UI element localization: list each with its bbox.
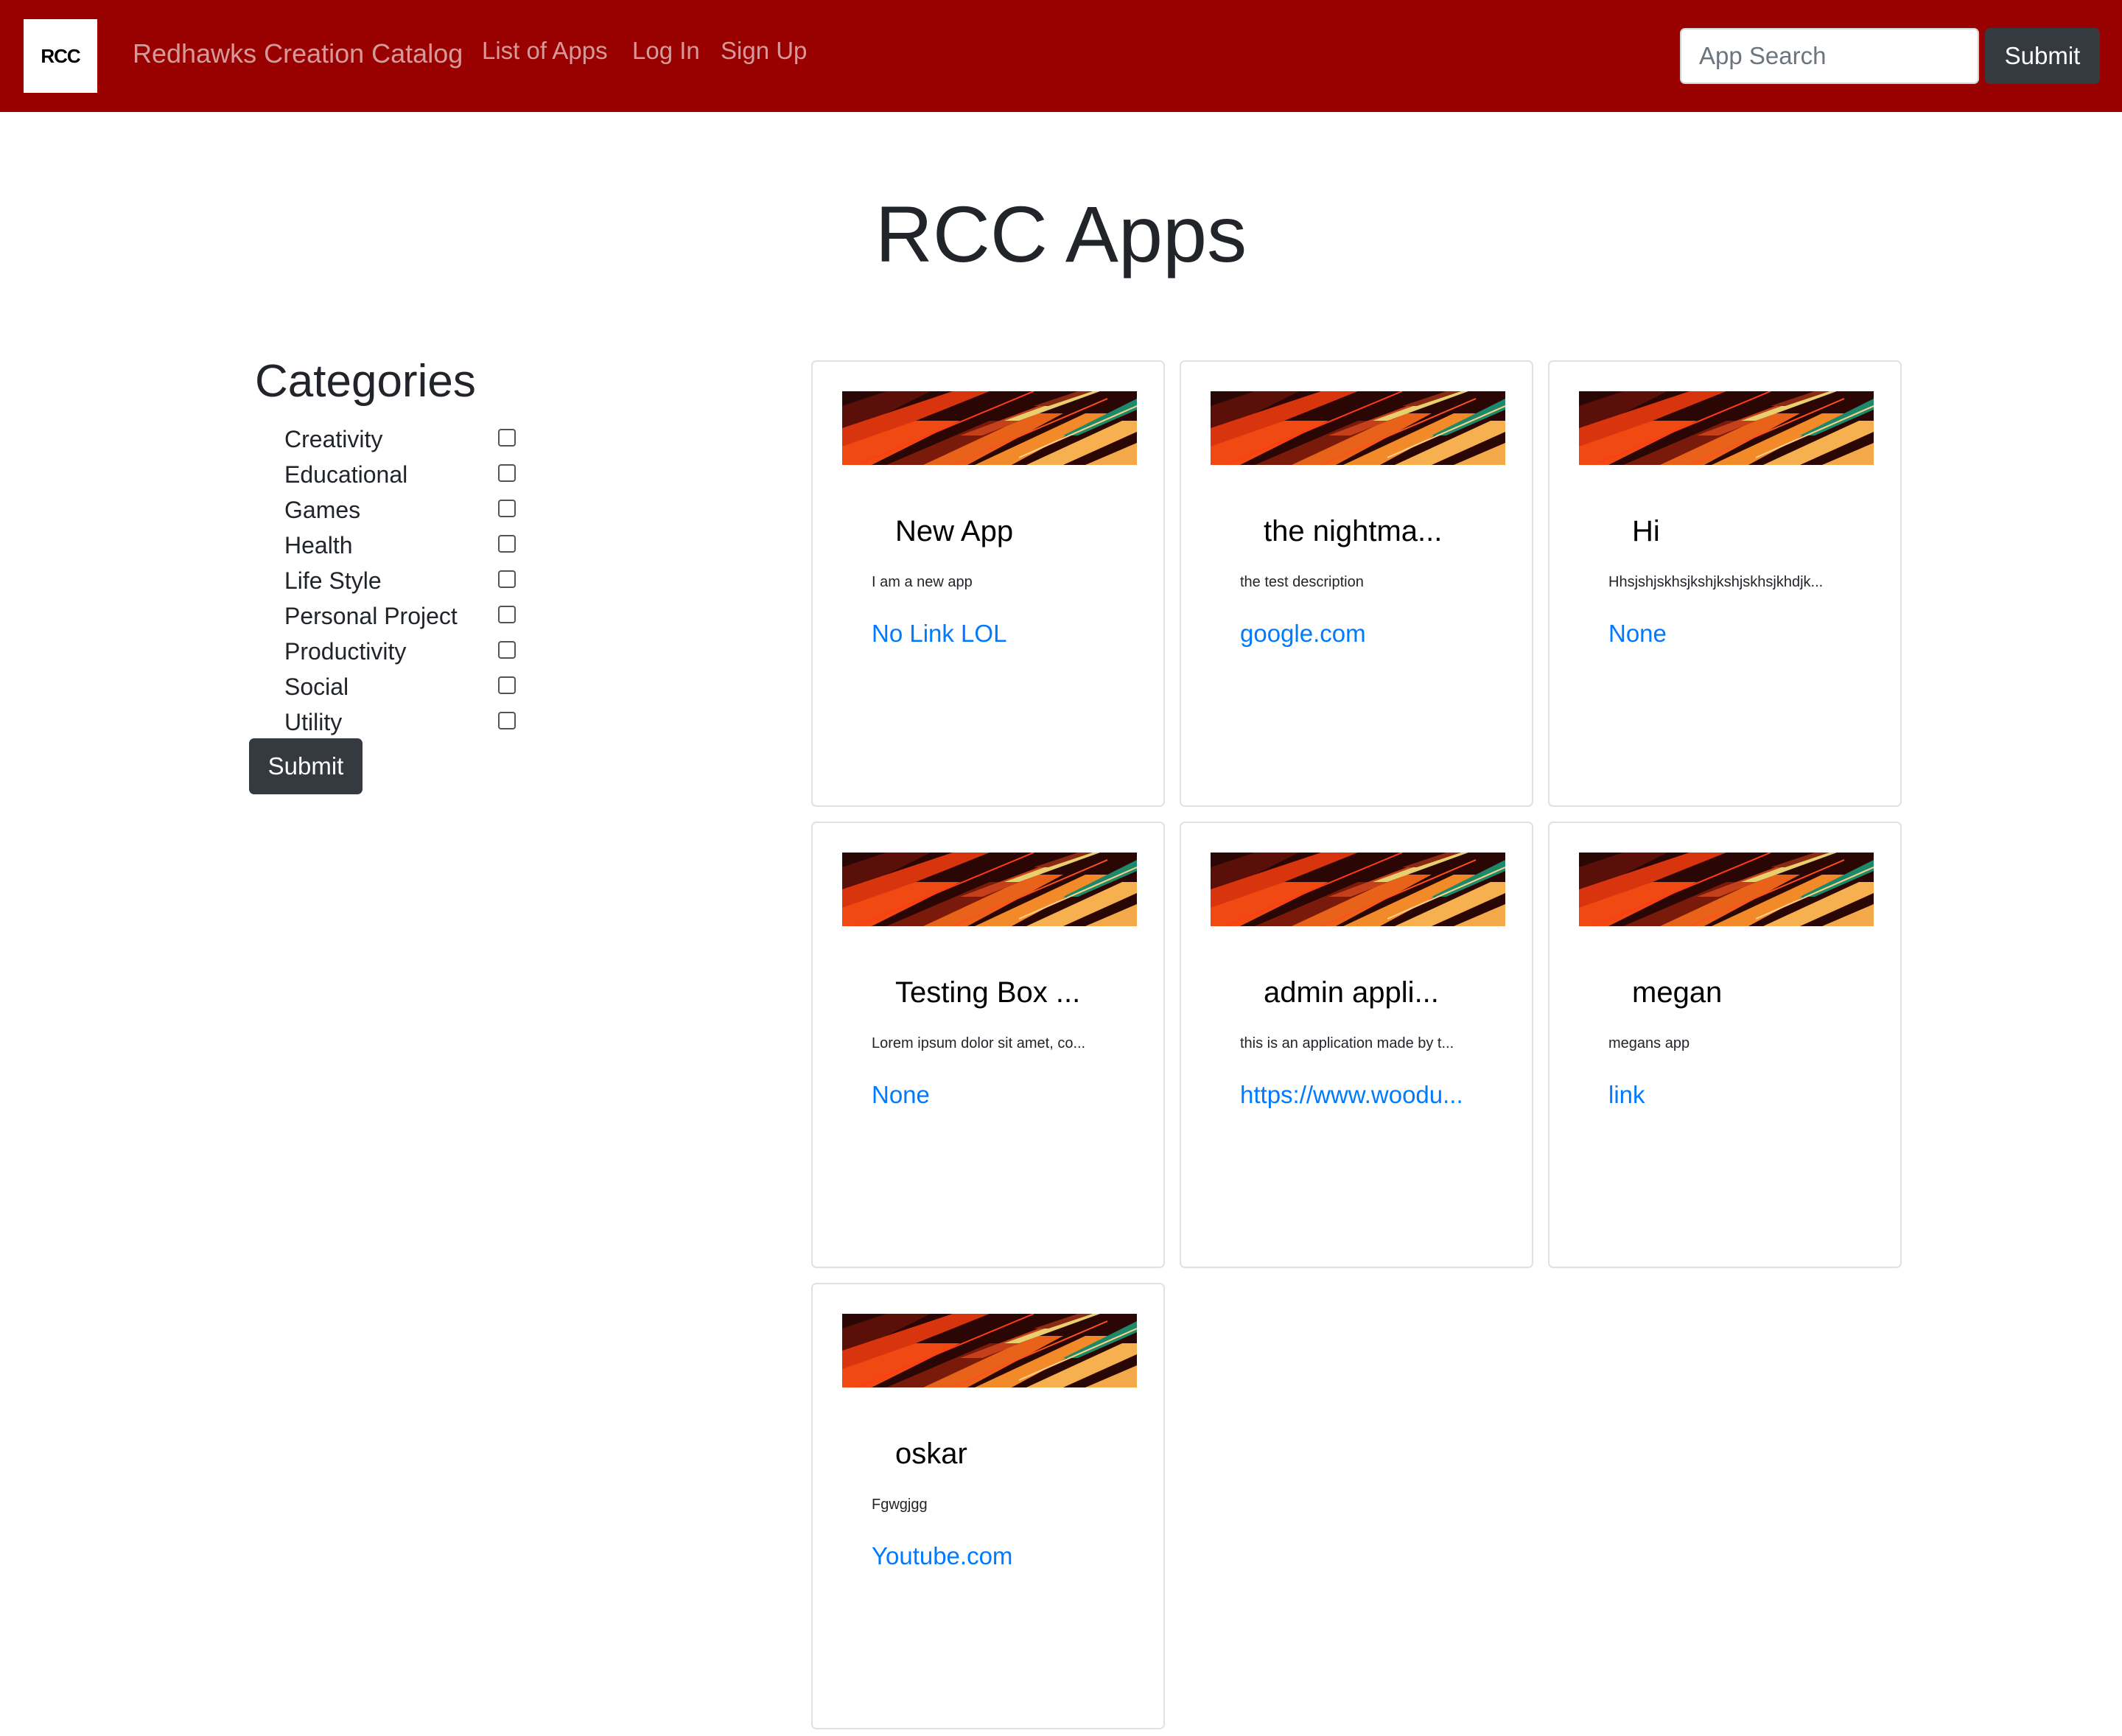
app-card[interactable]: New App I am a new app No Link LOL — [811, 360, 1165, 807]
app-card[interactable]: megan megans app link — [1548, 822, 1902, 1268]
app-title: admin appli... — [1264, 976, 1439, 1009]
category-checkbox-personal-project[interactable] — [498, 606, 516, 623]
category-label: Educational — [284, 461, 408, 488]
category-item-social: Social — [284, 669, 535, 704]
category-item-games: Games — [284, 492, 535, 528]
category-checkbox-utility[interactable] — [498, 712, 516, 729]
app-card[interactable]: admin appli... this is an application ma… — [1180, 822, 1533, 1268]
app-link[interactable]: https://www.woodu... — [1240, 1081, 1463, 1109]
app-banner-image — [1211, 853, 1505, 926]
category-submit-button[interactable]: Submit — [249, 738, 363, 794]
category-checkbox-creativity[interactable] — [498, 429, 516, 447]
app-banner-image — [1211, 391, 1505, 465]
category-item-life-style: Life Style — [284, 563, 535, 598]
brand-link[interactable]: Redhawks Creation Catalog — [133, 38, 463, 69]
category-checkbox-social[interactable] — [498, 676, 516, 694]
category-label: Personal Project — [284, 603, 458, 629]
app-banner-image — [842, 853, 1137, 926]
category-label: Productivity — [284, 638, 407, 665]
category-checkbox-life-style[interactable] — [498, 570, 516, 588]
category-label: Health — [284, 532, 353, 559]
category-label: Games — [284, 497, 361, 523]
category-checkbox-health[interactable] — [498, 535, 516, 553]
app-description: Hhsjshjskhsjkshjkshjskhsjkhdjk... — [1608, 574, 1824, 590]
app-description: Lorem ipsum dolor sit amet, co... — [872, 1035, 1086, 1051]
categories-heading: Categories — [255, 356, 476, 407]
category-item-utility: Utility — [284, 704, 535, 740]
category-label: Creativity — [284, 426, 383, 452]
app-title: megan — [1632, 976, 1723, 1009]
app-description: I am a new app — [872, 574, 973, 590]
nav-log-in[interactable]: Log In — [632, 37, 700, 65]
app-card[interactable]: Testing Box ... Lorem ipsum dolor sit am… — [811, 822, 1165, 1268]
app-link[interactable]: No Link LOL — [872, 620, 1006, 648]
category-label: Social — [284, 673, 349, 700]
app-search-input[interactable] — [1680, 28, 1979, 84]
app-card[interactable]: Hi Hhsjshjskhsjkshjkshjskhsjkhdjk... Non… — [1548, 360, 1902, 807]
category-item-educational: Educational — [284, 457, 535, 492]
app-banner-image — [1579, 853, 1874, 926]
category-checkbox-educational[interactable] — [498, 464, 516, 482]
app-link[interactable]: None — [1608, 620, 1667, 648]
app-description: megans app — [1608, 1035, 1690, 1051]
rcc-logo[interactable]: RCC — [24, 19, 97, 93]
app-title: Hi — [1632, 515, 1660, 547]
app-banner-image — [1579, 391, 1874, 465]
app-description: this is an application made by t... — [1240, 1035, 1454, 1051]
app-title: Testing Box ... — [895, 976, 1081, 1009]
app-title: the nightma... — [1264, 515, 1443, 547]
app-card[interactable]: the nightma... the test description goog… — [1180, 360, 1533, 807]
category-item-creativity: Creativity — [284, 421, 535, 457]
nav-list-of-apps[interactable]: List of Apps — [482, 37, 608, 65]
app-link[interactable]: google.com — [1240, 620, 1366, 648]
category-checkbox-games[interactable] — [498, 500, 516, 517]
app-banner-image — [842, 1314, 1137, 1387]
page-title: RCC Apps — [875, 189, 1247, 279]
app-link[interactable]: Youtube.com — [872, 1542, 1012, 1570]
app-description: the test description — [1240, 574, 1364, 590]
navbar: RCC Redhawks Creation Catalog List of Ap… — [0, 0, 2122, 112]
category-label: Utility — [284, 709, 343, 735]
search-submit-button[interactable]: Submit — [1985, 28, 2100, 84]
category-item-personal-project: Personal Project — [284, 598, 535, 634]
nav-sign-up[interactable]: Sign Up — [721, 37, 807, 65]
app-title: New App — [895, 515, 1014, 547]
category-item-health: Health — [284, 528, 535, 563]
logo-text: RCC — [41, 44, 80, 67]
category-label: Life Style — [284, 567, 382, 594]
app-banner-image — [842, 391, 1137, 465]
app-card[interactable]: oskar Fgwgjgg Youtube.com — [811, 1283, 1165, 1729]
category-checkbox-productivity[interactable] — [498, 641, 516, 659]
category-item-productivity: Productivity — [284, 634, 535, 669]
category-list: Creativity Educational Games Health Life… — [284, 421, 535, 740]
app-link[interactable]: link — [1608, 1081, 1645, 1109]
app-title: oskar — [895, 1438, 967, 1470]
app-link[interactable]: None — [872, 1081, 930, 1109]
app-description: Fgwgjgg — [872, 1497, 928, 1513]
